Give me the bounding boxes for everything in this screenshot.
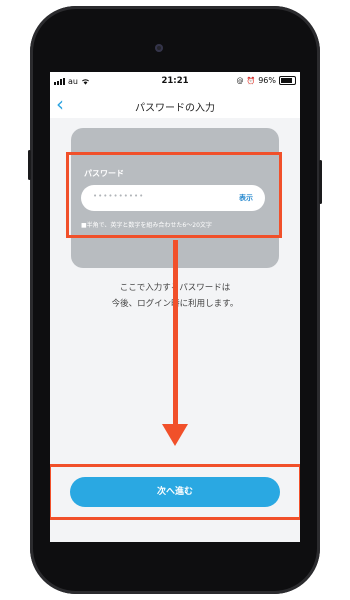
location-icon: @ — [236, 76, 244, 85]
alarm-icon: ⏰ — [246, 76, 256, 85]
front-camera — [155, 44, 163, 52]
battery-icon — [279, 76, 296, 85]
navigation-bar: ‹ パスワードの入力 — [50, 92, 300, 118]
phone-screen: au 21:21 @ ⏰ 96% ‹ パスワードの入力 パスワード ••••••… — [50, 72, 300, 542]
page-title: パスワードの入力 — [135, 103, 215, 114]
side-button-left — [28, 150, 31, 180]
password-highlight-box — [66, 152, 282, 238]
status-bar: au 21:21 @ ⏰ 96% — [50, 72, 300, 92]
annotation-arrow-shaft — [173, 240, 178, 430]
battery-percent: 96% — [258, 76, 276, 85]
button-highlight-box — [50, 464, 300, 520]
annotation-arrow-head — [162, 424, 188, 446]
side-button-right — [319, 160, 322, 204]
